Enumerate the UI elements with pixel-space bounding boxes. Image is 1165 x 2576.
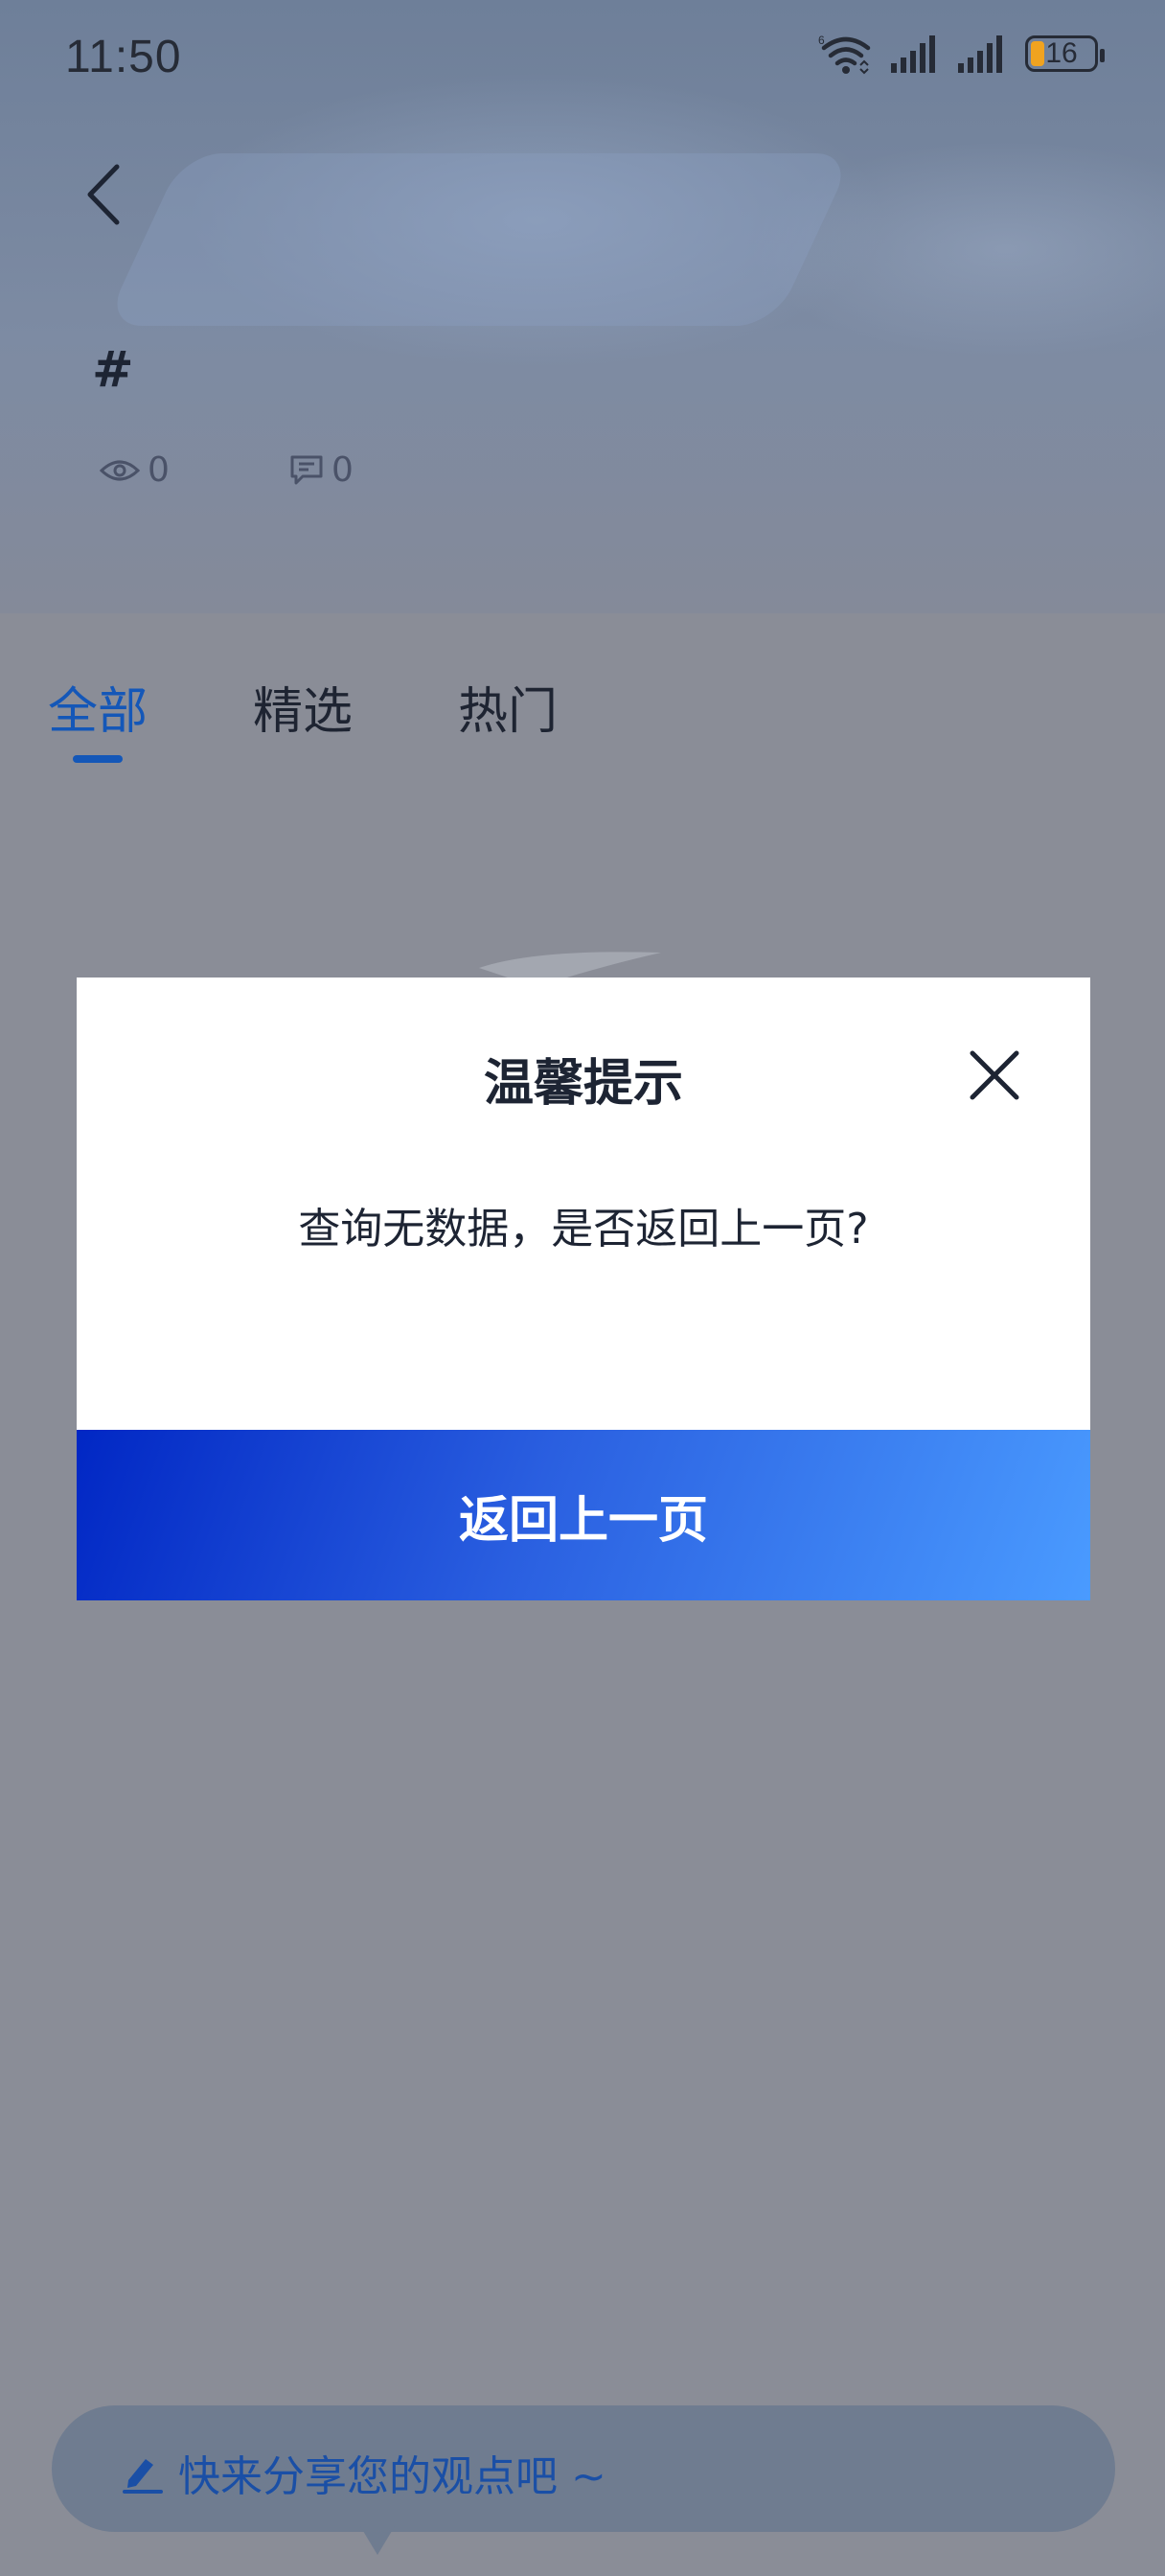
signal-icon [891, 35, 935, 73]
status-time: 11:50 [65, 32, 182, 82]
eye-icon [100, 460, 140, 480]
close-icon [970, 1050, 1019, 1100]
status-bar: 11:50 6 16 [0, 0, 1165, 115]
status-icons: 6 16 [818, 33, 1105, 75]
back-button[interactable] [80, 161, 128, 228]
comment-input-bar[interactable]: 快来分享您的观点吧 ~ [52, 2405, 1115, 2532]
wifi-6-icon: 6 [818, 34, 871, 75]
signal-icon [958, 35, 1002, 73]
dialog-message: 查询无数据，是否返回上一页? [298, 1205, 869, 1254]
edit-pen-icon [123, 2459, 163, 2494]
tab-hot[interactable]: 热门 [458, 671, 558, 743]
comments-count: 0 [331, 450, 354, 490]
dialog-close-button[interactable] [970, 1050, 1019, 1100]
active-tab-indicator [73, 755, 123, 763]
views-count: 0 [148, 450, 170, 490]
tab-featured[interactable]: 精选 [253, 671, 353, 743]
comment-placeholder: 快来分享您的观点吧 ~ [178, 2452, 606, 2501]
battery-tip [1100, 49, 1105, 62]
comment-icon [290, 455, 323, 484]
views-stat: 0 [100, 450, 170, 490]
tab-bar: 全部 精选 热门 [0, 671, 1165, 776]
tab-all[interactable]: 全部 [48, 671, 148, 743]
dialog-title: 温馨提示 [483, 1055, 683, 1113]
topic-page: 11:50 6 16 # 0 0 全部 精选 热门 快来分享您的观点吧 ~ 温馨… [0, 0, 1165, 2576]
battery-icon: 16 [1025, 35, 1105, 72]
svg-text:6: 6 [818, 34, 825, 47]
alert-dialog: 温馨提示 查询无数据，是否返回上一页? 返回上一页 [77, 978, 1090, 1600]
chevron-left-icon [87, 164, 120, 225]
comment-bar-pointer [360, 2526, 395, 2555]
comments-stat: 0 [289, 450, 354, 490]
topic-title: # [92, 341, 134, 399]
hero-decoration [103, 153, 855, 326]
go-back-button[interactable]: 返回上一页 [77, 1430, 1090, 1600]
battery-level: 16 [1045, 37, 1078, 69]
